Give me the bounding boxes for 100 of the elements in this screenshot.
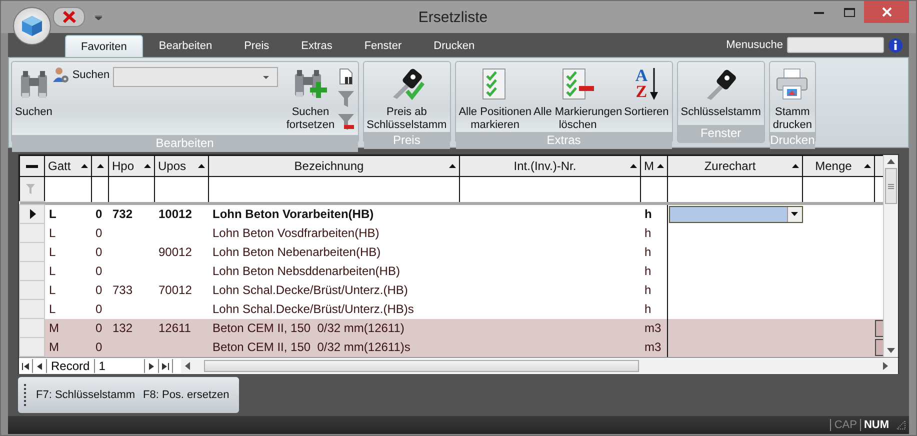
function-key-hint[interactable]: F8: Pos. ersetzen bbox=[143, 389, 230, 401]
next-record-icon bbox=[148, 362, 155, 370]
table-cell: h bbox=[644, 283, 652, 297]
funnel-icon bbox=[338, 90, 354, 108]
binoculars-plus-icon bbox=[292, 68, 328, 100]
caret-icon bbox=[262, 76, 269, 79]
ribbon-tab[interactable]: Favoriten bbox=[65, 35, 143, 57]
ribbon-tab[interactable]: Fenster bbox=[348, 35, 418, 57]
ribbon-tab[interactable]: Extras bbox=[285, 35, 348, 57]
horizontal-scrollbar[interactable] bbox=[180, 359, 898, 373]
table-cell: h bbox=[644, 226, 652, 240]
cube-icon bbox=[21, 15, 43, 37]
previous-record-icon bbox=[36, 362, 43, 370]
ribbon-button[interactable]: Alle Markierungen löschen bbox=[532, 64, 624, 132]
grip-icon bbox=[888, 184, 894, 188]
filter-icon bbox=[26, 184, 35, 194]
table-cell: 0 bbox=[96, 340, 102, 354]
sort-arrow-icon bbox=[144, 164, 151, 168]
table-cell: M bbox=[49, 321, 59, 335]
table-cell: Beton CEM II, 150 0/32 mm(12611)s bbox=[212, 340, 410, 354]
table-cell: 10012 bbox=[158, 207, 192, 221]
ribbon-tab[interactable]: Preis bbox=[228, 35, 286, 57]
table-cell: Lohn Schal.Decke/Brüst/Unterz.(HB) bbox=[212, 283, 408, 297]
minimize-icon bbox=[814, 10, 824, 14]
table-cell: h bbox=[644, 207, 652, 221]
table-cell: Beton CEM II, 150 0/32 mm(12611) bbox=[212, 321, 404, 335]
ribbon-button[interactable]: Suchen bbox=[14, 64, 54, 135]
table-cell: L bbox=[49, 226, 56, 240]
table-cell: 0 bbox=[96, 283, 102, 297]
caret-icon bbox=[95, 14, 102, 20]
maximize-icon bbox=[844, 8, 854, 16]
sort-arrow-icon bbox=[630, 164, 637, 168]
group-caption: Bearbeiten bbox=[12, 135, 358, 152]
table-cell: L bbox=[49, 283, 56, 297]
first-record-icon bbox=[22, 362, 29, 370]
dropdown-field[interactable] bbox=[669, 206, 802, 222]
app-menu-button[interactable] bbox=[13, 7, 51, 45]
table-cell: Lohn Beton Vorarbeiten(HB) bbox=[212, 207, 374, 221]
keyboard-indicator: CAP bbox=[830, 419, 860, 431]
down-arrow-icon bbox=[650, 68, 658, 100]
table-cell: 90012 bbox=[158, 245, 192, 259]
table-cell: h bbox=[644, 245, 652, 259]
table-cell: 733 bbox=[112, 283, 133, 297]
table-cell: 732 bbox=[112, 207, 133, 221]
table-cell: 0 bbox=[96, 226, 102, 240]
checklist-minus-icon bbox=[560, 68, 595, 100]
sort-az-icon: A Z bbox=[635, 68, 658, 100]
ribbon-tab[interactable]: Bearbeiten bbox=[142, 35, 228, 57]
group-caption: Fenster bbox=[678, 125, 764, 142]
table-cell: 0 bbox=[96, 302, 102, 316]
sort-arrow-icon bbox=[96, 164, 104, 168]
table-cell: L bbox=[49, 302, 56, 316]
ribbon-button[interactable]: Schlüsselstamm bbox=[680, 64, 762, 125]
table-cell: 132 bbox=[112, 321, 133, 335]
sort-arrow-icon bbox=[657, 164, 664, 168]
sort-arrow-icon bbox=[198, 164, 205, 168]
keyboard-indicator: NUM bbox=[860, 419, 892, 431]
table-cell: M bbox=[49, 340, 59, 354]
table-cell: 0 bbox=[96, 264, 102, 278]
funnel-minus-icon bbox=[338, 113, 354, 131]
sort-arrow-icon bbox=[792, 164, 799, 168]
table-cell: 0 bbox=[96, 321, 102, 335]
table-cell: Lohn Schal.Decke/Brüst/Unterz.(HB)s bbox=[212, 302, 414, 316]
sort-arrow-icon bbox=[81, 164, 88, 168]
down-arrow-icon bbox=[887, 348, 896, 353]
customize-dropdown[interactable] bbox=[95, 14, 102, 20]
table-cell: 12611 bbox=[158, 321, 191, 335]
vertical-scrollbar[interactable] bbox=[883, 155, 898, 357]
group-caption: Preis bbox=[364, 132, 450, 149]
table-cell: 0 bbox=[96, 245, 102, 259]
menu-search-field[interactable] bbox=[787, 37, 884, 53]
menu-search-label: Menusuche bbox=[726, 39, 783, 51]
user-gear-icon bbox=[53, 67, 70, 83]
last-record-icon bbox=[162, 362, 169, 370]
ribbon-tab[interactable]: Drucken bbox=[418, 35, 491, 57]
ribbon-button[interactable]: A Z Sortieren bbox=[623, 64, 670, 132]
ribbon-button[interactable]: Suchen fortsetzen bbox=[285, 64, 336, 135]
caret-icon bbox=[791, 212, 798, 216]
table-cell: 70012 bbox=[158, 283, 192, 297]
table-cell: Lohn Beton Nebsddenarbeiten(HB) bbox=[212, 264, 400, 278]
up-arrow-icon bbox=[887, 159, 896, 164]
close-button[interactable] bbox=[864, 1, 909, 23]
table-cell: h bbox=[644, 264, 652, 278]
search-label: Suchen bbox=[72, 69, 110, 81]
sort-arrow-icon bbox=[449, 164, 456, 168]
ribbon-button[interactable]: Alle Positionen markieren bbox=[458, 64, 532, 132]
current-row-icon bbox=[30, 209, 36, 219]
table-cell: m3 bbox=[644, 340, 662, 354]
table-cell: L bbox=[49, 207, 56, 221]
minus-icon bbox=[26, 164, 38, 168]
info-icon bbox=[888, 38, 903, 52]
close-icon bbox=[882, 7, 892, 17]
table-cell: L bbox=[49, 264, 56, 278]
window-title: Ersetzliste bbox=[417, 8, 489, 26]
group-caption: Extras bbox=[456, 132, 672, 149]
function-key-hint[interactable]: F7: Schlüsselstamm bbox=[36, 389, 136, 401]
table-cell: Lohn Beton Nebenarbeiten(HB) bbox=[212, 245, 381, 259]
left-arrow-icon bbox=[184, 362, 190, 370]
cancel-button[interactable] bbox=[53, 7, 85, 27]
first-record-button[interactable] bbox=[19, 359, 33, 373]
